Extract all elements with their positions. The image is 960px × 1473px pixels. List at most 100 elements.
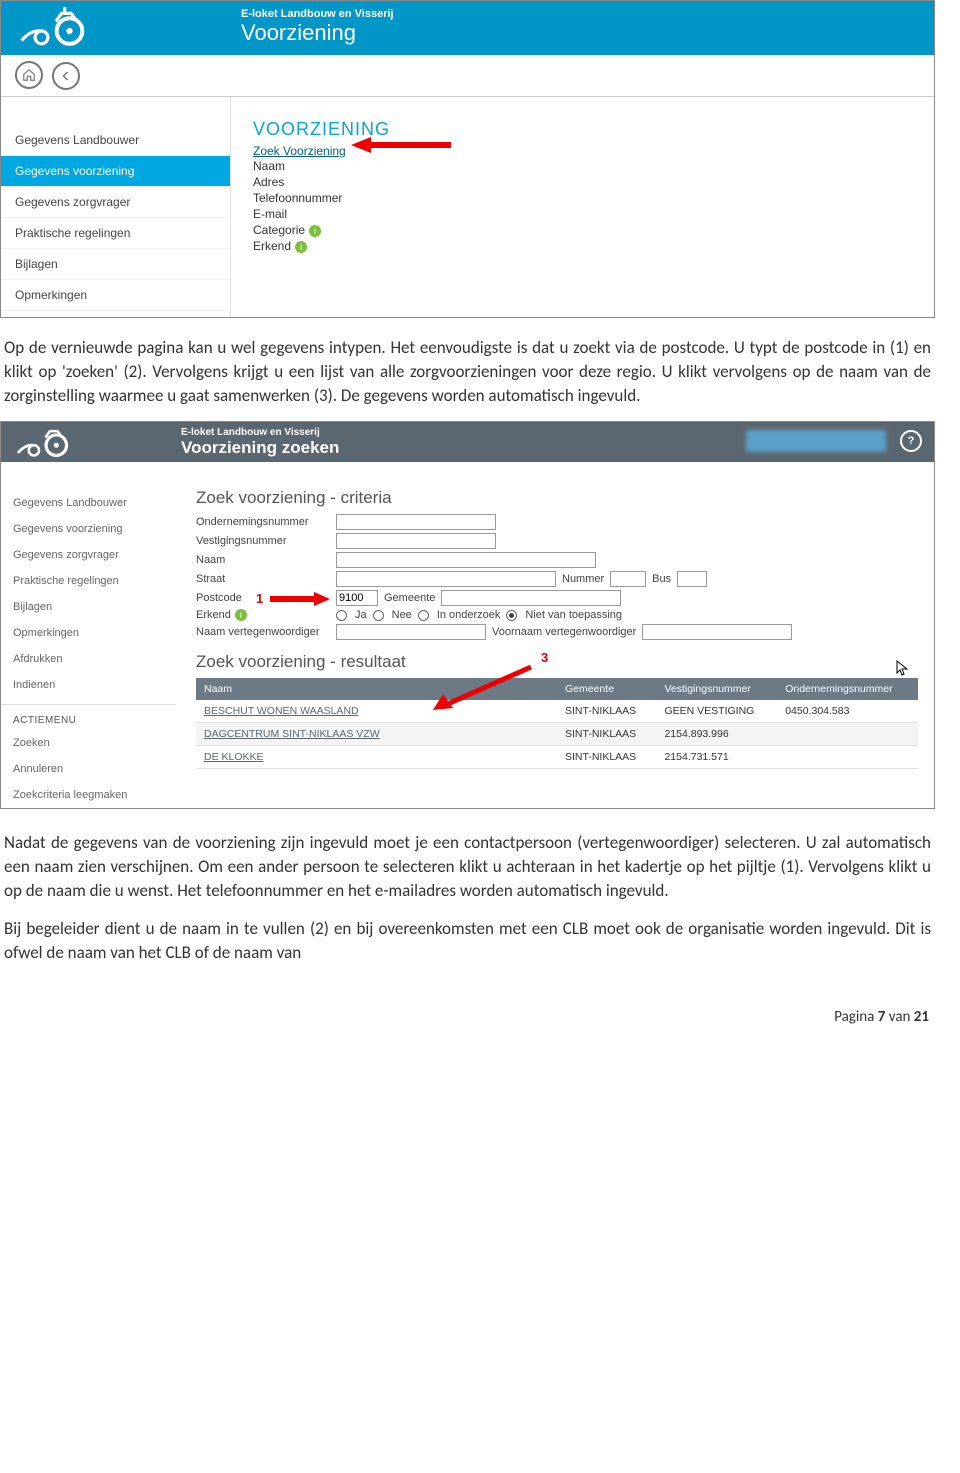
result-link[interactable]: BESCHUT WONEN WAASLAND bbox=[204, 705, 359, 717]
app-header: E-loket Landbouw en Visserij Voorziening bbox=[1, 1, 934, 55]
screenshot-zoeken: E-loket Landbouw en Visserij Voorziening… bbox=[0, 421, 935, 809]
main-panel: VOORZIENING Zoek Voorziening Naam Adres … bbox=[231, 97, 934, 317]
action-annuleren[interactable]: Annuleren bbox=[1, 756, 176, 782]
actiemenu-title: ACTIEMENU bbox=[1, 704, 176, 730]
label-nummer: Nummer bbox=[562, 573, 604, 585]
annotation-num-1: 1 bbox=[256, 591, 263, 606]
label-gemeente: Gemeente bbox=[384, 592, 435, 604]
user-badge-redacted bbox=[746, 430, 886, 452]
sidebar-item-afdrukken[interactable]: Afdrukken bbox=[1, 646, 176, 672]
arrow-left-icon bbox=[60, 70, 72, 82]
doc-paragraph-2: Nadat de gegevens van de voorziening zij… bbox=[0, 809, 935, 916]
result-title: Zoek voorziening - resultaat 3 bbox=[196, 652, 918, 672]
sidebar-item-landbouwer[interactable]: Gegevens Landbouwer bbox=[1, 490, 176, 516]
app-header: E-loket Landbouw en Visserij Voorziening… bbox=[1, 422, 934, 462]
field-erkend: Erkendi bbox=[253, 238, 924, 254]
action-zoeken[interactable]: Zoeken bbox=[1, 730, 176, 756]
radio-nee[interactable] bbox=[373, 610, 384, 621]
back-button[interactable] bbox=[52, 62, 80, 90]
label-naam: Naam bbox=[196, 554, 336, 566]
input-gemeente[interactable] bbox=[441, 590, 621, 606]
annotation-num-3: 3 bbox=[541, 650, 548, 665]
sidebar-item-bijlagen[interactable]: Bijlagen bbox=[1, 249, 230, 280]
label-onr: Ondernemingsnummer bbox=[196, 516, 336, 528]
home-icon bbox=[22, 68, 36, 82]
annotation-arrow-3 bbox=[431, 662, 541, 717]
header-subtitle: E-loket Landbouw en Visserij bbox=[241, 8, 394, 20]
sidebar-item-regelingen[interactable]: Praktische regelingen bbox=[1, 218, 230, 249]
header-titles: E-loket Landbouw en Visserij Voorziening bbox=[241, 8, 394, 46]
sidebar-item-indienen[interactable]: Indienen bbox=[1, 672, 176, 698]
col-onr: Ondernemingsnummer bbox=[777, 678, 918, 700]
table-row[interactable]: DE KLOKKE SINT-NIKLAAS 2154.731.571 bbox=[196, 746, 918, 769]
sidebar-item-zorgvrager[interactable]: Gegevens zorgvrager bbox=[1, 542, 176, 568]
logo-area bbox=[11, 426, 181, 458]
header-titles: E-loket Landbouw en Visserij Voorziening… bbox=[181, 427, 339, 458]
criteria-title: Zoek voorziening - criteria bbox=[196, 488, 918, 508]
sidebar-item-bijlagen[interactable]: Bijlagen bbox=[1, 594, 176, 620]
label-bus: Bus bbox=[652, 573, 671, 585]
zoek-voorziening-link[interactable]: Zoek Voorziening bbox=[253, 144, 346, 158]
label-straat: Straat bbox=[196, 573, 336, 585]
sidebar: Gegevens Landbouwer Gegevens voorziening… bbox=[1, 462, 176, 808]
sidebar: Gegevens Landbouwer Gegevens voorziening… bbox=[1, 97, 231, 317]
radio-ja[interactable] bbox=[336, 610, 347, 621]
logo-area bbox=[11, 7, 241, 47]
field-telefoon: Telefoonnummer bbox=[253, 190, 924, 206]
help-button[interactable]: ? bbox=[900, 430, 922, 452]
doc-paragraph-1: Op de vernieuwde pagina kan u wel gegeve… bbox=[0, 328, 935, 421]
page-footer: Pagina 7 van 21 bbox=[0, 978, 935, 1036]
header-title: Voorziening zoeken bbox=[181, 438, 339, 458]
input-naam-vert[interactable] bbox=[336, 624, 486, 640]
input-naam[interactable] bbox=[336, 552, 596, 568]
label-voornaam-vert: Voornaam vertegenwoordiger bbox=[492, 626, 636, 638]
input-bus[interactable] bbox=[677, 571, 707, 587]
input-straat[interactable] bbox=[336, 571, 556, 587]
input-voornaam-vert[interactable] bbox=[642, 624, 792, 640]
radio-onderzoek[interactable] bbox=[418, 610, 429, 621]
header-title: Voorziening bbox=[241, 20, 394, 46]
input-vest[interactable] bbox=[336, 533, 496, 549]
info-icon[interactable]: i bbox=[295, 241, 307, 253]
label-postcode: Postcode 1 bbox=[196, 592, 336, 604]
sidebar-item-opmerkingen[interactable]: Opmerkingen bbox=[1, 280, 230, 311]
input-postcode[interactable] bbox=[336, 590, 378, 606]
radio-nvt[interactable] bbox=[506, 610, 517, 621]
sidebar-item-voorziening[interactable]: Gegevens voorziening bbox=[1, 156, 230, 187]
sidebar-item-landbouwer[interactable]: Gegevens Landbouwer bbox=[1, 125, 230, 156]
col-gemeente: Gemeente bbox=[557, 678, 656, 700]
home-button[interactable] bbox=[15, 61, 43, 89]
label-erkend: Erkendi bbox=[196, 609, 336, 621]
result-table: Naam Gemeente Vestigingsnummer Ondernemi… bbox=[196, 678, 918, 769]
sidebar-item-opmerkingen[interactable]: Opmerkingen bbox=[1, 620, 176, 646]
sidebar-item-voorziening[interactable]: Gegevens voorziening bbox=[1, 516, 176, 542]
input-onr[interactable] bbox=[336, 514, 496, 530]
sidebar-item-regelingen[interactable]: Praktische regelingen bbox=[1, 568, 176, 594]
cursor-icon bbox=[896, 660, 910, 681]
label-vest: Vestigingsnummer bbox=[196, 535, 336, 547]
table-row[interactable]: DAGCENTRUM SINT-NIKLAAS VZW SINT-NIKLAAS… bbox=[196, 723, 918, 746]
tractor-icon bbox=[11, 426, 76, 458]
result-link[interactable]: DAGCENTRUM SINT-NIKLAAS VZW bbox=[204, 728, 380, 740]
main-panel: Zoek voorziening - criteria Ondernemings… bbox=[176, 462, 934, 808]
info-icon[interactable]: i bbox=[235, 609, 247, 621]
field-naam: Naam bbox=[253, 158, 924, 174]
annotation-arrow-1 bbox=[270, 591, 330, 610]
criteria-form: Ondernemingsnummer Vestigingsnummer Naam… bbox=[196, 514, 918, 640]
col-vest: Vestigingsnummer bbox=[656, 678, 777, 700]
sidebar-item-zorgvrager[interactable]: Gegevens zorgvrager bbox=[1, 187, 230, 218]
toolbar bbox=[1, 55, 934, 97]
input-nummer[interactable] bbox=[610, 571, 646, 587]
screenshot-voorziening: E-loket Landbouw en Visserij Voorziening… bbox=[0, 0, 935, 318]
field-adres: Adres bbox=[253, 174, 924, 190]
field-categorie: Categoriei bbox=[253, 222, 924, 238]
tractor-icon bbox=[11, 7, 96, 47]
label-naam-vert: Naam vertegenwoordiger bbox=[196, 626, 336, 638]
action-leegmaken[interactable]: Zoekcriteria leegmaken bbox=[1, 782, 176, 808]
header-subtitle: E-loket Landbouw en Visserij bbox=[181, 427, 339, 438]
table-row[interactable]: BESCHUT WONEN WAASLAND SINT-NIKLAAS GEEN… bbox=[196, 700, 918, 723]
field-email: E-mail bbox=[253, 206, 924, 222]
result-link[interactable]: DE KLOKKE bbox=[204, 751, 264, 763]
annotation-arrow bbox=[351, 135, 451, 158]
info-icon[interactable]: i bbox=[309, 225, 321, 237]
